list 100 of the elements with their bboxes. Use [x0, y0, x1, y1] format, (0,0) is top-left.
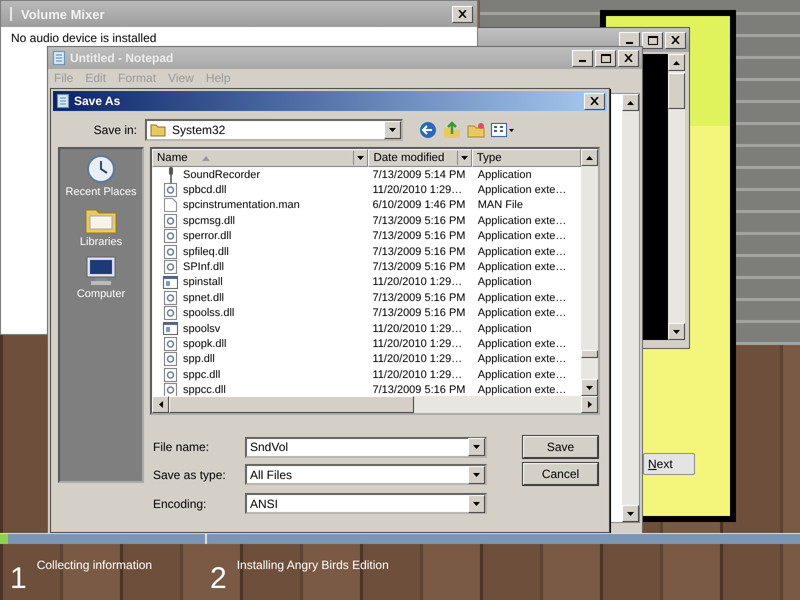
notepad-icon — [57, 94, 69, 108]
file-name[interactable]: spp.dll — [183, 353, 215, 366]
monitor-icon — [84, 256, 117, 286]
file-name[interactable]: sppcc.dll — [183, 384, 226, 396]
window-title: Untitled - Notepad — [70, 51, 174, 65]
date-cell-text: 6/10/2009 1:46 PM — [371, 199, 466, 212]
page-icon — [164, 198, 176, 212]
gear-page-icon — [164, 260, 176, 274]
date-cell-text: 11/20/2010 1:29… — [371, 322, 464, 335]
file-name[interactable]: sperror.dll — [183, 230, 232, 242]
type-cell-text: Application exte… — [476, 338, 568, 350]
minimize-button[interactable] — [572, 50, 593, 66]
close-button[interactable] — [665, 32, 686, 48]
column-header[interactable]: Name — [152, 149, 368, 167]
file-name-field[interactable]: SndVol — [245, 436, 487, 458]
file-name[interactable]: spcinstrumentation.man — [183, 199, 300, 212]
save-in-dropdown[interactable]: System32 — [145, 119, 403, 141]
down-arrow-icon — [473, 472, 480, 476]
file-name[interactable]: spbcd.dll — [183, 184, 226, 196]
file-name[interactable]: spoolss.dll — [183, 307, 234, 320]
vertical-scrollbar[interactable] — [622, 94, 639, 522]
back-icon[interactable] — [419, 121, 437, 139]
down-arrow-icon — [389, 128, 396, 132]
dialog-title: Save As — [74, 94, 120, 108]
down-arrow-icon — [460, 156, 468, 160]
close-button[interactable] — [618, 50, 639, 66]
gear-page-icon — [164, 244, 176, 259]
up-arrow-icon — [673, 60, 680, 64]
gear-page-icon — [164, 383, 176, 396]
gear-page-icon — [164, 336, 176, 351]
type-cell-text: Application exte… — [476, 246, 568, 258]
file-type-dropdown[interactable]: All Files — [245, 464, 487, 485]
gear-page-icon — [164, 352, 176, 366]
next-button[interactable]: Next — [643, 453, 695, 475]
right-arrow-icon — [588, 401, 592, 408]
date-cell-text: 7/13/2009 5:14 PM — [371, 168, 466, 181]
close-button[interactable] — [584, 92, 605, 110]
maximize-button[interactable] — [595, 50, 616, 66]
column-header[interactable]: Type — [472, 149, 581, 167]
gear-page-icon — [164, 229, 176, 244]
file-name[interactable]: spinstall — [183, 276, 223, 288]
scrollbar-thumb[interactable] — [668, 73, 685, 109]
view-menu-icon[interactable] — [491, 121, 515, 139]
type-cell-text: Application exte… — [476, 368, 568, 381]
date-cell-text: 11/20/2010 1:29… — [371, 368, 464, 381]
window-icon — [162, 276, 178, 289]
type-cell-text: Application — [476, 322, 533, 335]
type-cell-text: Application — [476, 276, 533, 288]
save-button[interactable]: Save — [523, 436, 598, 458]
field-label: Encoding: — [152, 496, 208, 510]
place-item[interactable]: Libraries — [80, 206, 122, 248]
step-number: 2 — [210, 564, 227, 594]
file-name[interactable]: spnet.dll — [183, 292, 224, 304]
file-name[interactable]: sppc.dll — [183, 368, 220, 381]
file-name[interactable]: spoolsv — [183, 322, 220, 335]
type-cell-text: Application exte… — [476, 214, 568, 227]
close-button[interactable] — [452, 6, 473, 22]
left-arrow-icon — [158, 401, 162, 408]
up-arrow-icon — [627, 100, 634, 104]
date-cell-text: 7/13/2009 5:16 PM — [371, 307, 466, 320]
up-arrow-icon — [586, 156, 593, 160]
gear-page-icon — [164, 290, 176, 305]
horizontal-scrollbar[interactable] — [152, 396, 598, 413]
file-list[interactable] — [150, 147, 600, 415]
maximize-icon — [648, 36, 658, 44]
cancel-button[interactable]: Cancel — [523, 462, 598, 484]
maximize-button[interactable] — [642, 32, 663, 48]
file-name[interactable]: spopk.dll — [183, 338, 226, 350]
gear-page-icon — [164, 183, 176, 198]
column-header[interactable]: Date modified — [368, 149, 472, 167]
encoding-dropdown[interactable]: ANSI — [245, 493, 487, 514]
close-icon — [624, 54, 633, 62]
type-cell-text: Application — [476, 168, 533, 181]
place-item[interactable]: Computer — [76, 256, 126, 300]
place-item[interactable]: Recent Places — [66, 154, 136, 198]
field-label: File name: — [152, 440, 210, 454]
gear-page-icon — [164, 306, 176, 320]
file-name[interactable]: SoundRecorder — [183, 168, 260, 181]
down-arrow-icon — [627, 512, 634, 516]
scrollbar-thumb[interactable] — [581, 350, 598, 358]
new-folder-icon[interactable] — [467, 121, 485, 139]
close-icon — [590, 97, 599, 105]
date-cell-text: 11/20/2010 1:29… — [371, 338, 464, 350]
vertical-scrollbar[interactable] — [668, 54, 685, 340]
down-arrow-icon — [673, 330, 680, 334]
type-cell-text: MAN File — [476, 199, 524, 212]
file-name[interactable]: SPInf.dll — [183, 261, 224, 274]
field-label: Save as type: — [152, 468, 227, 482]
vertical-scrollbar[interactable] — [581, 149, 598, 396]
date-cell-text: 7/13/2009 5:16 PM — [371, 292, 466, 304]
sort-arrow-icon — [202, 156, 210, 160]
notepad-icon — [53, 51, 65, 65]
file-name[interactable]: spfileq.dll — [183, 246, 229, 258]
type-cell-text: Application exte… — [476, 292, 568, 304]
down-arrow-icon — [357, 156, 364, 160]
down-arrow-icon — [586, 386, 593, 390]
type-cell-text: Application exte… — [476, 307, 568, 320]
file-name[interactable]: spcmsg.dll — [183, 214, 235, 227]
step-label: Installing Angry Birds Edition — [236, 558, 389, 574]
folder-icon — [150, 123, 166, 137]
